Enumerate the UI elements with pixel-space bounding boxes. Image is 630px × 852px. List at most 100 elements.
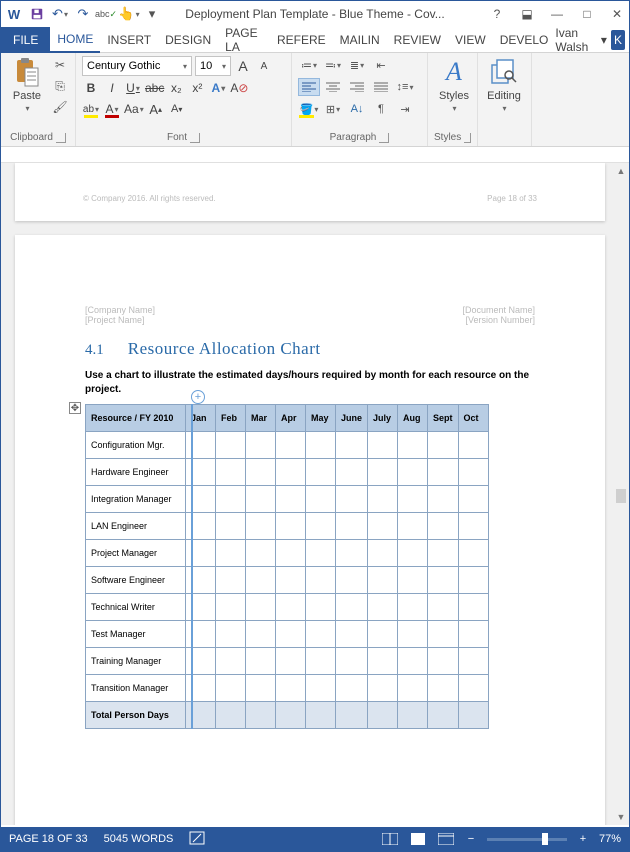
- document-page[interactable]: [Company Name] [Project Name] [Document …: [15, 235, 605, 825]
- th-feb[interactable]: Feb: [216, 405, 246, 432]
- sort-button[interactable]: A↓: [346, 100, 368, 118]
- align-right-button[interactable]: [346, 78, 368, 96]
- tab-developer[interactable]: DEVELO: [493, 27, 556, 53]
- tab-home[interactable]: HOME: [50, 27, 100, 53]
- increase-indent-button[interactable]: ⇥: [394, 100, 416, 118]
- grow-font-icon[interactable]: A: [234, 57, 252, 75]
- body-paragraph[interactable]: Use a chart to illustrate the estimated …: [85, 369, 535, 396]
- th-apr[interactable]: Apr: [276, 405, 306, 432]
- scroll-thumb[interactable]: [616, 489, 626, 503]
- superscript-button[interactable]: x²: [188, 79, 206, 97]
- th-sep[interactable]: Sept: [428, 405, 459, 432]
- shading-button[interactable]: 🪣▾: [298, 100, 320, 118]
- shrink-font2-icon[interactable]: A▾: [168, 100, 186, 118]
- scroll-down-icon[interactable]: ▼: [613, 809, 629, 825]
- justify-button[interactable]: [370, 78, 392, 96]
- undo-icon[interactable]: ↶▾: [51, 5, 69, 23]
- th-jan[interactable]: Jan: [186, 405, 216, 432]
- styles-button[interactable]: A Styles ▾: [434, 56, 474, 113]
- bullets-button[interactable]: ≔▾: [298, 56, 320, 74]
- ribbon-collapse-icon[interactable]: ⬓: [519, 6, 535, 22]
- paste-button[interactable]: Paste ▾: [7, 56, 47, 113]
- th-resource[interactable]: Resource / FY 2010: [86, 405, 186, 432]
- decrease-indent-button[interactable]: ⇤: [370, 56, 392, 74]
- close-icon[interactable]: ✕: [609, 6, 625, 22]
- th-may[interactable]: May: [306, 405, 336, 432]
- paragraph-dialog-launcher-icon[interactable]: [379, 133, 389, 143]
- tab-file[interactable]: FILE: [1, 27, 50, 53]
- tab-design[interactable]: DESIGN: [158, 27, 218, 53]
- font-dialog-launcher-icon[interactable]: [190, 133, 200, 143]
- zoom-in-button[interactable]: +: [577, 833, 589, 845]
- subscript-button[interactable]: x₂: [167, 79, 185, 97]
- change-case-button[interactable]: Aa▾: [124, 100, 144, 118]
- table-move-handle-icon[interactable]: ✥: [69, 402, 81, 414]
- font-size-combo[interactable]: 10▾: [195, 56, 231, 76]
- font-color-button[interactable]: A▾: [103, 100, 121, 118]
- zoom-thumb[interactable]: [542, 833, 548, 845]
- read-mode-icon[interactable]: [381, 832, 399, 846]
- word-app-icon[interactable]: W: [5, 5, 23, 23]
- print-layout-icon[interactable]: [409, 832, 427, 846]
- highlight-button[interactable]: ab▾: [82, 100, 100, 118]
- multilevel-button[interactable]: ≣▾: [346, 56, 368, 74]
- zoom-out-button[interactable]: −: [465, 833, 477, 845]
- th-jun[interactable]: June: [336, 405, 368, 432]
- status-proofing-icon[interactable]: [189, 831, 205, 848]
- tab-mailings[interactable]: MAILIN: [333, 27, 387, 53]
- table-insert-column-icon[interactable]: +: [191, 390, 205, 404]
- copy-icon[interactable]: ⎘: [51, 77, 69, 95]
- document-area[interactable]: © Company 2016. All rights reserved. Pag…: [1, 163, 629, 825]
- qat-customize-icon[interactable]: ▾: [143, 5, 161, 23]
- th-aug[interactable]: Aug: [398, 405, 428, 432]
- th-mar[interactable]: Mar: [246, 405, 276, 432]
- editing-button[interactable]: Editing ▾: [484, 56, 524, 113]
- status-words[interactable]: 5045 WORDS: [104, 833, 174, 845]
- numbering-button[interactable]: ≕▾: [322, 56, 344, 74]
- resource-allocation-table[interactable]: Resource / FY 2010 Jan Feb Mar Apr May J…: [85, 404, 489, 729]
- maximize-icon[interactable]: □: [579, 6, 595, 22]
- text-effects-button[interactable]: A▾: [209, 79, 227, 97]
- web-layout-icon[interactable]: [437, 832, 455, 846]
- footer-pageinfo: Page 18 of 33: [487, 194, 537, 203]
- status-page[interactable]: PAGE 18 OF 33: [9, 833, 88, 845]
- shrink-font-icon[interactable]: A: [255, 57, 273, 75]
- format-painter-icon[interactable]: 🖌: [51, 98, 69, 116]
- spellcheck-icon[interactable]: abc✓: [97, 5, 115, 23]
- help-icon[interactable]: ?: [489, 6, 505, 22]
- user-account[interactable]: Ivan Walsh ▾ K: [555, 26, 629, 54]
- zoom-slider[interactable]: [487, 838, 567, 841]
- clipboard-dialog-launcher-icon[interactable]: [56, 133, 66, 143]
- show-hide-button[interactable]: ¶: [370, 100, 392, 118]
- tab-review[interactable]: REVIEW: [387, 27, 448, 53]
- borders-button[interactable]: ⊞▾: [322, 100, 344, 118]
- italic-button[interactable]: I: [103, 79, 121, 97]
- tab-references[interactable]: REFERE: [270, 27, 333, 53]
- line-spacing-button[interactable]: ↕≡▾: [394, 78, 416, 96]
- grow-font2-icon[interactable]: A▴: [147, 100, 165, 118]
- cut-icon[interactable]: ✂: [51, 56, 69, 74]
- tab-page-layout[interactable]: PAGE LA: [218, 27, 270, 53]
- save-icon[interactable]: [28, 5, 46, 23]
- bold-button[interactable]: B: [82, 79, 100, 97]
- tab-insert[interactable]: INSERT: [100, 27, 158, 53]
- ruler[interactable]: [1, 147, 629, 163]
- minimize-icon[interactable]: —: [549, 6, 565, 22]
- vertical-scrollbar[interactable]: ▲ ▼: [613, 163, 629, 825]
- clear-formatting-button[interactable]: A⊘: [230, 79, 248, 97]
- redo-icon[interactable]: ↷: [74, 5, 92, 23]
- font-name-combo[interactable]: Century Gothic▾: [82, 56, 192, 76]
- scroll-up-icon[interactable]: ▲: [613, 163, 629, 179]
- tab-view[interactable]: VIEW: [448, 27, 493, 53]
- align-left-button[interactable]: [298, 78, 320, 96]
- th-jul[interactable]: July: [368, 405, 398, 432]
- zoom-level[interactable]: 77%: [599, 833, 621, 845]
- th-oct[interactable]: Oct: [458, 405, 488, 432]
- scroll-track[interactable]: [613, 179, 629, 809]
- styles-dialog-launcher-icon[interactable]: [464, 133, 471, 143]
- ph-project-name: [Project Name]: [85, 315, 155, 325]
- align-center-button[interactable]: [322, 78, 344, 96]
- underline-button[interactable]: U▾: [124, 79, 142, 97]
- strikethrough-button[interactable]: abc: [145, 79, 164, 97]
- touch-mode-icon[interactable]: 👆▾: [120, 5, 138, 23]
